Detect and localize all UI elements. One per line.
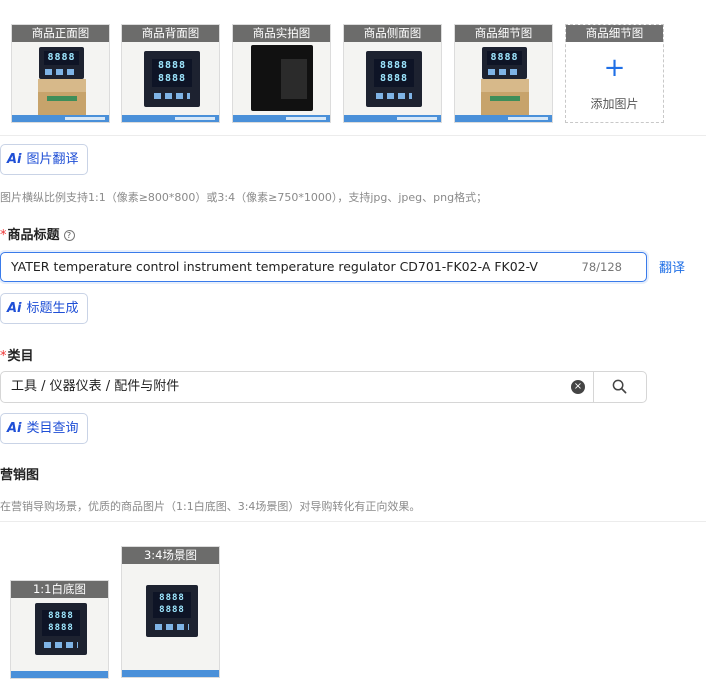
required-mark: * — [0, 349, 7, 364]
required-mark: * — [0, 228, 7, 243]
device-image: 8888 8888 — [146, 585, 198, 637]
label-strip — [11, 671, 108, 678]
category-input-value: 工具 / 仪器仪表 / 配件与附件 — [11, 379, 180, 394]
title-label-text: 商品标题 — [7, 228, 60, 243]
label-strip — [12, 115, 109, 122]
device-image: 8888 8888 — [366, 51, 422, 107]
marketing-caption: 1:1白底图 — [11, 581, 108, 598]
category-query-label: 类目查询 — [26, 421, 79, 436]
title-label: *商品标题? — [0, 224, 75, 243]
add-image-label: 添加图片 — [590, 97, 639, 111]
device-image: 8888 — [482, 47, 527, 79]
thumb-caption: 商品正面图 — [12, 25, 109, 42]
image-format-hint: 图片横纵比例支持1:1（像素≥800*800）或3:4（像素≥750*1000）… — [0, 191, 488, 204]
section-divider — [0, 521, 706, 522]
title-char-count: 78/128 — [581, 260, 622, 274]
thumb-side[interactable]: 8888 8888 商品侧面图 — [343, 24, 442, 123]
translate-link[interactable]: 翻译 — [659, 257, 685, 276]
label-strip — [122, 670, 219, 677]
category-query-button[interactable]: Ai 类目查询 — [0, 413, 88, 444]
search-icon — [612, 379, 627, 394]
device-image: 8888 8888 — [35, 603, 87, 655]
marketing-caption: 3:4场景图 — [122, 547, 219, 564]
ai-icon: Ai — [7, 152, 22, 167]
thumb-caption: 商品实拍图 — [233, 25, 330, 42]
ai-icon: Ai — [7, 301, 22, 316]
ai-icon: Ai — [7, 421, 22, 436]
device-image — [251, 45, 313, 111]
thumb-real[interactable]: 商品实拍图 — [232, 24, 331, 123]
clear-icon[interactable]: × — [571, 380, 585, 394]
thumb-back[interactable]: 8888 8888 商品背面图 — [121, 24, 220, 123]
marketing-image-portrait[interactable]: 8888 8888 3:4场景图 — [121, 546, 220, 678]
marketing-hint: 在营销导购场景，优质的商品图片（1:1白底图、3:4场景图）对导购转化有正向效果… — [0, 500, 421, 513]
package-box-image — [481, 79, 529, 115]
marketing-image-square[interactable]: 8888 8888 1:1白底图 — [10, 580, 109, 679]
category-label-text: 类目 — [7, 349, 34, 364]
thumb-front[interactable]: 8888 商品正面图 — [11, 24, 110, 123]
title-generate-button[interactable]: Ai 标题生成 — [0, 293, 88, 324]
question-circle-icon[interactable]: ? — [63, 230, 75, 241]
image-translate-button[interactable]: Ai 图片翻译 — [0, 144, 88, 175]
thumb-caption: 商品细节图 — [455, 25, 552, 42]
marketing-label: 营销图 — [0, 468, 40, 483]
category-label: *类目 — [0, 345, 34, 364]
add-tile-caption: 商品细节图 — [566, 25, 663, 42]
title-input-value: YATER temperature control instrument tem… — [11, 259, 538, 274]
label-strip — [122, 115, 219, 122]
main-image-row: 8888 商品正面图 8888 8888 商品背面图 商品实拍图 8888 88… — [0, 0, 706, 136]
device-image: 8888 8888 — [144, 51, 200, 107]
device-image: 8888 — [39, 47, 84, 79]
category-search-button[interactable] — [593, 372, 646, 402]
add-image-tile[interactable]: 商品细节图 + 添加图片 — [565, 24, 664, 123]
thumb-caption: 商品背面图 — [122, 25, 219, 42]
title-input[interactable]: YATER temperature control instrument tem… — [0, 252, 647, 282]
title-generate-label: 标题生成 — [26, 301, 79, 316]
package-box-image — [38, 79, 86, 115]
thumb-detail[interactable]: 8888 商品细节图 — [454, 24, 553, 123]
category-input[interactable]: 工具 / 仪器仪表 / 配件与附件 × — [0, 371, 647, 403]
label-strip — [344, 115, 441, 122]
thumb-caption: 商品侧面图 — [344, 25, 441, 42]
label-strip — [233, 115, 330, 122]
image-translate-label: 图片翻译 — [26, 152, 79, 167]
label-strip — [455, 115, 552, 122]
plus-icon: + — [603, 53, 626, 83]
